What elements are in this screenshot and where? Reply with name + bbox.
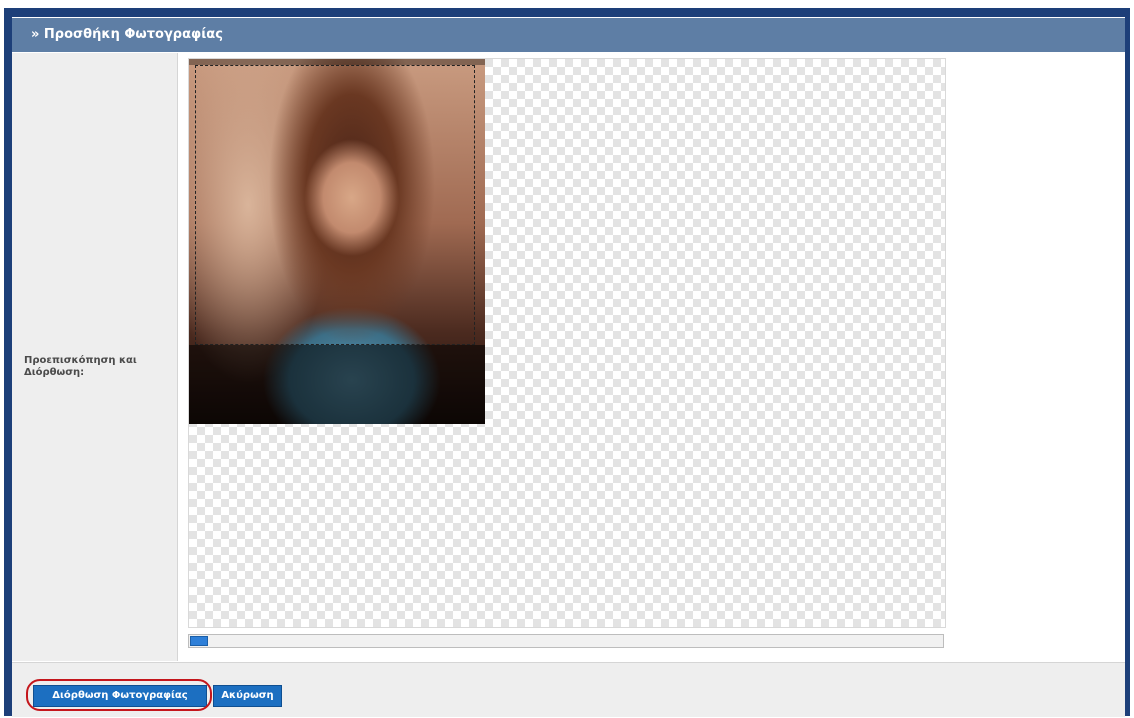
form-footer: Διόρθωση Φωτογραφίας Ακύρωση <box>12 662 1125 717</box>
edit-photo-button[interactable]: Διόρθωση Φωτογραφίας <box>33 685 207 707</box>
zoom-slider[interactable] <box>188 634 944 648</box>
photo-canvas[interactable] <box>188 58 946 628</box>
crop-selection-box[interactable] <box>195 65 475 345</box>
panel-header: » Προσθήκη Φωτογραφίας <box>12 18 1125 52</box>
window-frame: » Προσθήκη Φωτογραφίας Προεπισκόπηση και… <box>4 8 1130 717</box>
add-photo-panel: » Προσθήκη Φωτογραφίας Προεπισκόπηση και… <box>12 17 1125 717</box>
cancel-button[interactable]: Ακύρωση <box>213 685 282 707</box>
zoom-slider-handle[interactable] <box>190 636 208 646</box>
crop-mask-bottom <box>189 345 485 424</box>
preview-label: Προεπισκόπηση και Διόρθωση: <box>24 355 137 378</box>
preview-area <box>178 53 1125 661</box>
label-column: Προεπισκόπηση και Διόρθωση: <box>12 53 178 661</box>
